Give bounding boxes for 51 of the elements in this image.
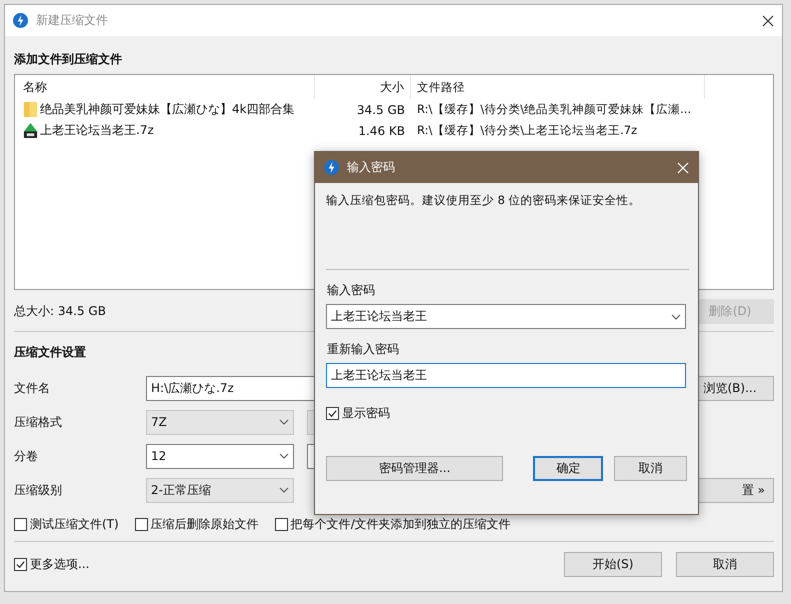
start-button[interactable]: 开始(S) [564, 552, 662, 576]
file-size: 1.46 KB [357, 124, 406, 138]
field-label: 分卷 [14, 448, 39, 464]
file-path: R:\【缓存】\待分类\上老王论坛当老王.7z [416, 123, 638, 138]
column-header[interactable]: 文件路径 [411, 75, 705, 99]
archive-icon [23, 122, 38, 139]
column-header[interactable]: 名称 [15, 75, 315, 99]
caret-icon [279, 487, 289, 493]
checkbox-label[interactable]: 测试压缩文件(T) [30, 516, 119, 532]
field-label: 文件名 [14, 380, 51, 396]
caret-icon [279, 453, 289, 459]
close-icon[interactable] [762, 14, 774, 26]
cancel-button[interactable]: 取消 [676, 552, 774, 576]
caret-icon [279, 419, 289, 425]
password-field[interactable]: 上老王论坛当老王 [326, 363, 686, 388]
field-label: 压缩格式 [14, 414, 63, 430]
checkbox[interactable] [14, 518, 27, 530]
password-field[interactable]: 上老王论坛当老王 [326, 304, 686, 329]
file-size: 34.5 GB [356, 102, 406, 116]
checkbox-label[interactable]: 更多选项... [30, 556, 90, 572]
lightning-icon [324, 160, 339, 175]
file-path: R:\【缓存】\待分类\绝品美乳神颜可爱妹妹【広瀬... [416, 102, 692, 117]
file-name: 绝品美乳神颜可爱妹妹【広瀬ひな】4k四部合集 [40, 101, 295, 118]
caret-icon [671, 314, 681, 320]
checkbox[interactable] [14, 558, 27, 570]
column-header[interactable]: 大小 [315, 75, 411, 99]
dropdown[interactable]: 7Z [146, 410, 294, 434]
window-title: 新建压缩文件 [36, 12, 109, 29]
file-name: 上老王论坛当老王.7z [40, 122, 154, 139]
field-label: 压缩级别 [14, 482, 63, 498]
checkbox-label[interactable]: 压缩后删除原始文件 [150, 516, 259, 532]
dropdown[interactable]: 12 [146, 444, 294, 468]
field-label: 输入密码 [326, 282, 376, 299]
password-manager-button[interactable]: 密码管理器... [326, 456, 504, 481]
checkbox[interactable] [326, 406, 339, 420]
section-heading: 添加文件到压缩文件 [14, 51, 122, 68]
checkbox[interactable] [274, 518, 288, 530]
message-text: 输入压缩包密码。建议使用至少 8 位的密码来保证安全性。 [326, 193, 642, 209]
advanced-button[interactable]: 置 » [696, 478, 774, 502]
lightning-icon [13, 13, 28, 28]
dropdown[interactable]: 2-正常压缩 [146, 478, 294, 502]
field-label: 重新输入密码 [326, 341, 400, 358]
ok-button[interactable]: 确定 [533, 456, 604, 481]
total-size: 总大小: 34.5 GB [14, 302, 106, 320]
checkbox-label[interactable]: 把每个文件/文件夹添加到独立的压缩文件 [290, 516, 511, 532]
dialog-title: 输入密码 [347, 159, 396, 176]
checkbox-label[interactable]: 显示密码 [342, 404, 390, 422]
checkbox[interactable] [134, 518, 148, 530]
cancel-button[interactable]: 取消 [614, 456, 687, 481]
folder-icon [23, 101, 38, 118]
section-heading: 压缩文件设置 [14, 344, 86, 361]
